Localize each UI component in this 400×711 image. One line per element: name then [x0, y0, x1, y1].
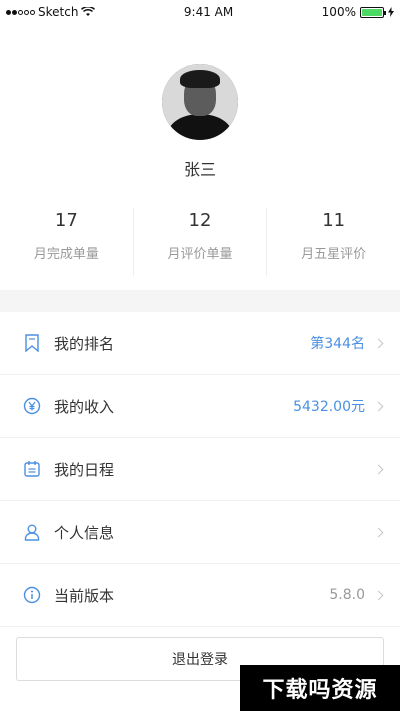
chevron-right-icon	[373, 527, 384, 537]
ranking-value: 第344名	[310, 336, 365, 352]
user-name: 张三	[183, 160, 216, 179]
battery-icon	[359, 6, 386, 18]
yen-icon	[22, 396, 42, 416]
chevron-right-icon	[373, 590, 384, 600]
menu-item-label: 我的日程	[54, 460, 115, 479]
income-value: 5432.00元	[293, 399, 365, 415]
stat-label: 月完成单量	[33, 247, 99, 262]
calendar-icon	[22, 459, 42, 479]
battery-percent: 100%	[321, 5, 356, 19]
signal-icon	[6, 9, 35, 15]
stat-monthly-rated[interactable]: 12 月评价单量	[134, 208, 268, 276]
stat-value: 11	[322, 210, 346, 231]
menu-item-schedule[interactable]: 我的日程	[0, 438, 400, 501]
status-time: 9:41 AM	[183, 5, 234, 19]
info-icon	[22, 585, 42, 605]
menu-item-profile[interactable]: 个人信息	[0, 501, 400, 564]
chevron-right-icon	[373, 338, 384, 348]
person-icon	[22, 522, 42, 542]
bookmark-icon	[22, 333, 42, 353]
stats-row: 17 月完成单量 12 月评价单量 11 月五星评价	[0, 208, 400, 276]
status-right: 100%	[322, 5, 394, 19]
menu-item-label: 个人信息	[54, 523, 115, 542]
menu-item-ranking[interactable]: 我的排名 第344名	[0, 312, 400, 375]
stat-label: 月五星评价	[301, 247, 367, 262]
menu-item-label: 我的排名	[54, 334, 115, 353]
watermark-logo: 下载吗资源	[240, 665, 400, 711]
chevron-right-icon	[373, 464, 384, 474]
menu-item-label: 当前版本	[54, 586, 115, 605]
carrier-label: Sketch	[38, 5, 79, 19]
stat-value: 12	[188, 210, 212, 231]
menu-item-income[interactable]: 我的收入 5432.00元	[0, 375, 400, 438]
stat-value: 17	[54, 210, 78, 231]
menu-item-label: 我的收入	[54, 397, 115, 416]
status-left: Sketch	[6, 5, 96, 19]
stat-five-star[interactable]: 11 月五星评价	[267, 208, 400, 276]
wifi-icon	[81, 7, 96, 16]
stat-monthly-completed[interactable]: 17 月完成单量	[0, 208, 134, 276]
menu-item-version[interactable]: 当前版本 5.8.0	[0, 564, 400, 627]
section-divider	[0, 290, 400, 312]
charging-icon	[387, 7, 394, 17]
stat-label: 月评价单量	[167, 247, 233, 262]
version-value: 5.8.0	[329, 587, 365, 603]
menu-list: 我的排名 第344名 我的收入 5432.00元 我的日程 个人信息 当前版本 …	[0, 312, 400, 627]
chevron-right-icon	[373, 401, 384, 411]
profile-section: 张三	[0, 24, 400, 180]
status-bar: Sketch 9:41 AM 100%	[0, 0, 400, 24]
avatar[interactable]	[162, 64, 238, 140]
